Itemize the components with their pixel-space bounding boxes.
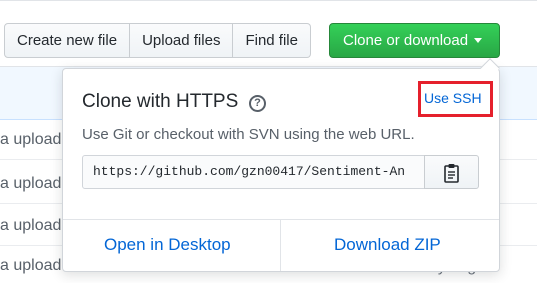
commit-message-fragment: a upload [0,256,62,274]
popup-title: Clone with HTTPS [82,91,239,112]
clipboard-icon [444,164,459,183]
popup-divider [63,219,499,220]
file-actions-group: Create new file Upload files Find file [4,23,311,58]
clone-or-download-label: Clone or download [343,32,469,49]
commit-message-fragment: a upload [0,174,62,192]
popup-footer-separator [280,220,281,271]
chevron-down-icon [474,38,483,43]
page: a upload a upload a upload a upload 11 d… [0,0,537,283]
popup-pointer [480,58,500,78]
clone-popup: Clone with HTTPS ? Use SSH Use Git or ch… [62,58,500,272]
copy-url-button[interactable] [424,155,479,189]
clone-or-download-button[interactable]: Clone or download [329,23,500,58]
clone-description: Use Git or checkout with SVN using the w… [82,126,415,143]
find-file-button[interactable]: Find file [233,23,311,58]
commit-message-fragment: a upload [0,216,62,234]
highlight-box [418,81,493,117]
upload-files-button[interactable]: Upload files [130,23,234,58]
download-zip-link[interactable]: Download ZIP [334,235,441,255]
commit-message-fragment: a upload [0,130,62,148]
clone-url-input[interactable]: https://github.com/gzn00417/Sentiment-An [82,155,425,189]
top-border [0,0,537,1]
create-new-file-button[interactable]: Create new file [4,23,131,58]
question-circle-icon[interactable]: ? [249,95,266,112]
open-in-desktop-link[interactable]: Open in Desktop [104,235,231,255]
